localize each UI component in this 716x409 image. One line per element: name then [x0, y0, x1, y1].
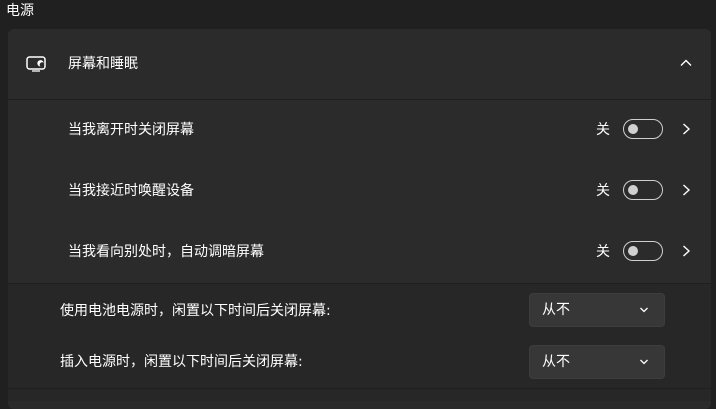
toggle-knob — [628, 124, 638, 134]
dropdown-value: 从不 — [542, 302, 570, 318]
toggle-switch[interactable] — [623, 180, 663, 200]
row-wake-when-approaching[interactable]: 当我接近时唤醒设备 关 — [8, 161, 711, 221]
chevron-right-icon[interactable] — [680, 244, 692, 258]
screen-sleep-label: 屏幕和睡眠 — [68, 56, 138, 72]
row-label: 当我看向别处时，自动调暗屏幕 — [68, 244, 264, 260]
battery-timeout-dropdown[interactable]: 从不 — [529, 293, 665, 327]
toggle-state-label: 关 — [596, 244, 610, 260]
screen-sleep-header[interactable]: 屏幕和睡眠 — [8, 29, 711, 100]
plugged-in-timeout-dropdown[interactable]: 从不 — [529, 345, 665, 379]
toggle-state-label: 关 — [596, 122, 610, 138]
plugged-in-timeout-label: 插入电源时，闲置以下时间后关闭屏幕: — [60, 354, 303, 370]
chevron-up-icon[interactable] — [679, 56, 693, 70]
toggle-switch[interactable] — [623, 241, 663, 261]
toggle-state-label: 关 — [596, 183, 610, 199]
toggle-knob — [628, 246, 638, 256]
section-title: 电源 — [6, 3, 34, 19]
toggle-knob — [628, 185, 638, 195]
row-turn-off-when-away[interactable]: 当我离开时关闭屏幕 关 — [8, 100, 711, 160]
row-label: 当我离开时关闭屏幕 — [68, 122, 194, 138]
chevron-down-icon — [640, 307, 648, 313]
next-settings-group — [8, 388, 711, 401]
chevron-right-icon[interactable] — [680, 183, 692, 197]
dropdown-value: 从不 — [542, 354, 570, 370]
battery-timeout-label: 使用电池电源时，闲置以下时间后关闭屏幕: — [60, 303, 331, 319]
screen-sleep-icon — [26, 56, 46, 72]
toggle-switch[interactable] — [623, 119, 663, 139]
row-dim-when-looking-away[interactable]: 当我看向别处时，自动调暗屏幕 关 — [8, 222, 711, 282]
chevron-right-icon[interactable] — [680, 122, 692, 136]
chevron-down-icon — [640, 359, 648, 365]
row-label: 当我接近时唤醒设备 — [68, 183, 194, 199]
